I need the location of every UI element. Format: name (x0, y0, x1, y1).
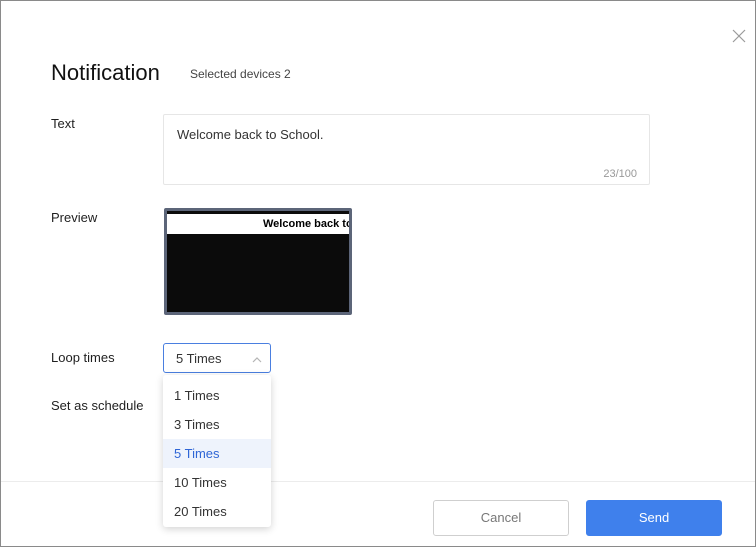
loop-option-20[interactable]: 20 Times (163, 497, 271, 526)
send-button[interactable]: Send (586, 500, 722, 536)
chevron-up-icon (251, 353, 263, 365)
set-as-schedule-label: Set as schedule (51, 398, 144, 413)
footer-divider (1, 481, 755, 482)
character-counter: 23/100 (603, 168, 637, 180)
dialog-title: Notification (51, 60, 160, 85)
selected-devices-count: Selected devices 2 (190, 67, 291, 81)
loop-times-label: Loop times (51, 350, 115, 365)
notification-text-input[interactable]: Welcome back to School. 23/100 (163, 114, 650, 185)
notification-dialog: Notification Selected devices 2 Text Wel… (0, 0, 756, 547)
cancel-button[interactable]: Cancel (433, 500, 569, 536)
loop-times-select[interactable]: 5 Times (163, 343, 271, 373)
loop-times-selected-value: 5 Times (176, 351, 222, 366)
loop-option-10[interactable]: 10 Times (163, 468, 271, 497)
preview-label: Preview (51, 210, 98, 225)
preview-text: Welcome back to (263, 218, 349, 230)
notification-text-value: Welcome back to School. (177, 127, 324, 142)
close-icon[interactable] (730, 27, 748, 45)
loop-option-3[interactable]: 3 Times (163, 410, 271, 439)
preview-screen: Welcome back to (164, 208, 352, 315)
loop-times-dropdown: 1 Times 3 Times 5 Times 10 Times 20 Time… (163, 375, 271, 527)
loop-option-1[interactable]: 1 Times (163, 381, 271, 410)
text-label: Text (51, 116, 75, 131)
preview-banner: Welcome back to (167, 214, 349, 234)
loop-option-5[interactable]: 5 Times (163, 439, 271, 468)
